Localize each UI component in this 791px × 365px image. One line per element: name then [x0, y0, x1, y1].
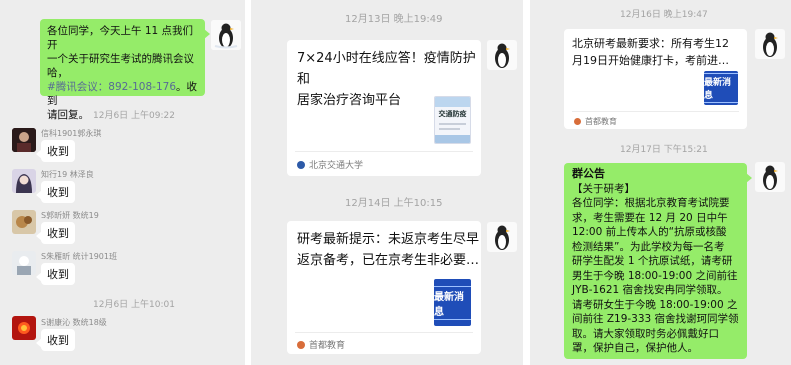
sender-name: 信科1901郭永琪	[41, 129, 102, 138]
timestamp: 12月14日 上午10:15	[345, 198, 443, 209]
announcement-line: 罩，保护自己，保护他人。	[572, 342, 698, 354]
timestamp: 12月6日 上午10:01	[93, 300, 175, 310]
user-avatar[interactable]	[12, 316, 36, 340]
thumbnail-caption: 交通防疫	[438, 110, 467, 118]
notice-message-bubble[interactable]: 各位同学，今天上午 11 点我们开 一个关于研究生考试的腾讯会议 哈， #腾讯会…	[40, 19, 210, 121]
user-avatar[interactable]	[12, 169, 36, 193]
chat-panel-middle: 12月13日 晚上19:49 7×24小时在线应答！疫情防护和 居家治疗咨询平台…	[251, 0, 523, 365]
announcement-line: JYB-1621 宿舍找安冉同学领取。	[572, 284, 728, 296]
thumbnail-caption: 最新消息	[704, 73, 738, 103]
reply-bubble[interactable]: 收到	[36, 329, 75, 351]
reply-bubble[interactable]: 收到	[36, 140, 75, 162]
user-avatar[interactable]	[12, 210, 36, 234]
publisher-logo-icon	[297, 340, 305, 349]
timestamp: 12月13日 晚上19:49	[345, 14, 443, 25]
penguin-avatar[interactable]	[487, 40, 517, 70]
thumbnail-caption: 最新消息	[434, 285, 471, 320]
article-source: 首都教育	[309, 341, 346, 351]
penguin-avatar[interactable]	[755, 162, 785, 192]
article-source: 首都教育	[585, 117, 617, 126]
article-thumbnail: 最新消息	[434, 279, 471, 326]
user-avatar[interactable]	[12, 128, 36, 152]
penguin-avatar[interactable]	[755, 29, 785, 59]
notice-line: 一个关于研究生考试的腾讯会议	[47, 53, 194, 65]
penguin-avatar[interactable]	[487, 222, 517, 252]
notice-line: 各位同学，今天上午 11 点我们开	[47, 25, 194, 51]
article-card-exam-notice[interactable]: 研考最新提示：未返京考生尽早 返京备考，已在京考生非必要… 最新消息 首都教育	[287, 221, 481, 354]
article-thumbnail: 最新消息	[704, 71, 738, 105]
notice-line: 哈，	[47, 67, 68, 79]
announcement-line: 各位同学：根据北京教育考试院要	[572, 197, 730, 209]
announcement-line: 【关于研考】	[572, 182, 635, 195]
chat-panel-left: 各位同学，今天上午 11 点我们开 一个关于研究生考试的腾讯会议 哈， #腾讯会…	[0, 0, 245, 365]
reply-bubble[interactable]: 收到	[36, 263, 75, 285]
announcement-line: 间前往 Z19-333 宿舍找谢珂同学领	[572, 313, 739, 325]
article-card-epidemic[interactable]: 7×24小时在线应答！疫情防护和 居家治疗咨询平台 交通防疫 北京交通大学	[287, 40, 481, 176]
tencent-meeting-link[interactable]: #腾讯会议：892-108-176	[47, 81, 176, 93]
reply-bubble[interactable]: 收到	[36, 181, 75, 203]
reply-bubble[interactable]: 收到	[36, 222, 75, 244]
publisher-logo-icon	[574, 118, 581, 125]
timestamp: 12月6日 上午09:22	[93, 111, 175, 121]
card-title-line: 月19日开始健康打卡，考前进…	[572, 54, 729, 67]
group-announcement-bubble[interactable]: 群公告 【关于研考】 各位同学：根据北京教育考试院要 求，考生需要在 12 月 …	[564, 163, 752, 359]
announcement-line: 男生于今晚 18:00-19:00 之间前往	[572, 269, 738, 282]
card-title-line: 研考最新提示：未返京考生尽早	[297, 232, 480, 247]
timestamp: 12月17日 下午15:21	[620, 145, 708, 155]
article-source: 北京交通大学	[309, 161, 364, 171]
announcement-line: 研学生配发 1 个抗原试纸，请考研	[572, 255, 733, 267]
article-card-health-checkin[interactable]: 北京研考最新要求：所有考生12 月19日开始健康打卡，考前进… 最新消息 首都教…	[564, 29, 747, 129]
announcement-line: 12:00 前上传本人的“抗原或核酸	[572, 226, 727, 238]
sender-name: S谢康沁 数统18级	[41, 318, 107, 327]
announcement-line: 请考研女生于今晚 18:00-19:00 之	[572, 298, 738, 311]
announcement-heading: 群公告	[572, 167, 605, 180]
chat-panel-right: 12月16日 晚上19:47 北京研考最新要求：所有考生12 月19日开始健康打…	[530, 0, 791, 365]
card-title-line: 北京研考最新要求：所有考生12	[572, 37, 729, 50]
sender-name: S郭昕妍 数统19	[41, 211, 99, 220]
announcement-line: 求，考生需要在 12 月 20 日中午	[572, 211, 728, 224]
penguin-avatar[interactable]	[211, 20, 241, 50]
timestamp: 12月16日 晚上19:47	[620, 10, 708, 20]
sender-name: 知行19 林泽良	[41, 170, 94, 179]
user-avatar[interactable]	[12, 251, 36, 275]
article-thumbnail: 交通防疫	[434, 96, 471, 144]
sender-name: S朱雁昕 统计1901班	[41, 252, 117, 261]
announcement-line: 检测结果”。为此学校为每一名考	[572, 240, 725, 253]
card-title-line: 返京备考，已在京考生非必要…	[297, 253, 480, 268]
card-title-line: 7×24小时在线应答！疫情防护和	[297, 51, 476, 87]
announcement-line: 取。请大家领取时务必佩戴好口	[572, 327, 719, 340]
university-logo-icon	[297, 160, 305, 169]
